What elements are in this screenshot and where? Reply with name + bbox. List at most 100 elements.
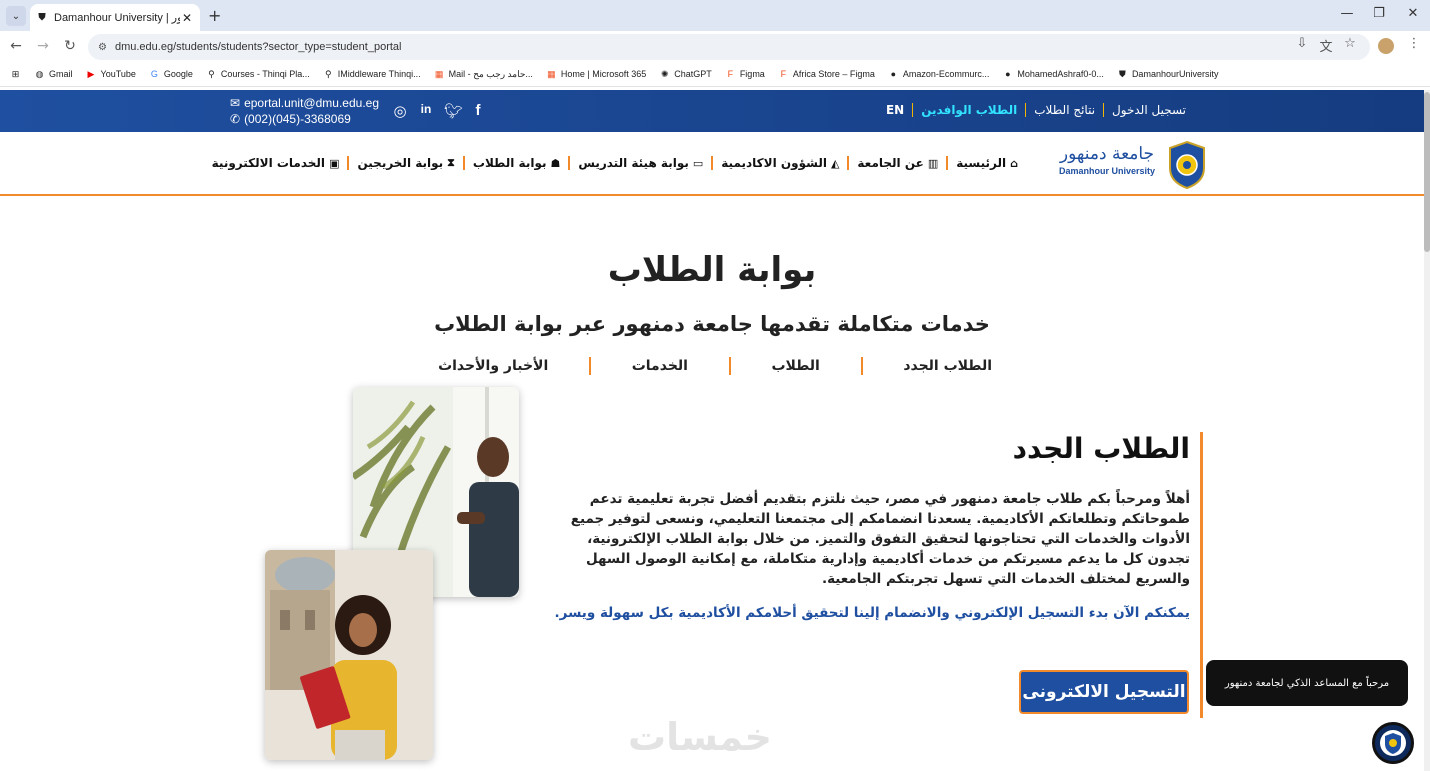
chatbot-launcher-button[interactable] [1372,722,1414,764]
tab-services[interactable]: الخدمات [614,358,706,374]
university-logo[interactable]: جامعة دمنهور Damanhour University [1055,140,1207,190]
bookmark-item[interactable]: ⚲ IMiddleware Thinqi... [323,69,421,80]
tab-news-events[interactable]: الأخبار والأحداث [420,358,566,374]
graduate-icon: ⧗ [447,156,455,169]
google-icon: G [150,69,158,79]
bookmark-item[interactable]: G Google [149,69,193,80]
address-bar[interactable]: ⚙ dmu.edu.eg/students/students?sector_ty… [88,34,1370,60]
divider [912,103,914,117]
contact-email[interactable]: eportal.unit@dmu.edu.eg [244,95,379,111]
main-menu: ⌂ الرئيسية ▥ عن الجامعة ◭ الشؤون الاكاديمية… [204,156,1026,170]
instagram-icon[interactable]: ◎ [392,102,408,120]
main-navigation: جامعة دمنهور Damanhour University ⌂ الرئي… [0,132,1424,196]
menu-item-alumni-portal[interactable]: ⧗ بوابة الخريجين [349,156,462,170]
browser-chrome: ⌄ ⛊ Damanhour University | جامعة دمنهور … [0,0,1430,62]
github-icon: ● [890,69,897,79]
logo-english: Damanhour University [1058,166,1156,176]
youtube-icon: ▶ [87,68,95,79]
menu-item-e-services[interactable]: ▣ الخدمات الالكترونية [204,156,348,170]
accent-bar [1200,432,1203,718]
bookmark-item[interactable]: ◍ Gmail [34,69,73,80]
phone-icon: ✆ [230,112,241,126]
bookmark-star-icon[interactable]: ☆ [1340,36,1360,51]
menu-item-academic[interactable]: ◭ الشؤون الاكاديمية [713,156,847,170]
twitter-icon[interactable]: 🐦︎ [444,102,463,120]
bookmark-item[interactable]: ● MohamedAshraf0-0... [1002,69,1104,80]
microsoft-icon: ▦ [434,68,444,79]
divider [568,156,571,170]
linkedin-icon[interactable]: in [418,102,434,120]
github-icon: ● [1005,69,1011,79]
figma-icon: F [727,69,734,79]
divider [728,357,731,375]
teacher-board-icon: ▭ [692,156,704,170]
bookmark-item[interactable]: ⛊ DamanhourUniversity [1117,68,1218,80]
profile-avatar[interactable] [1378,38,1394,54]
chat-greeting-bubble[interactable]: مرحباً مع المساعد الذكي لجامعة دمنهور [1206,660,1408,706]
bookmark-item[interactable]: ▦ Mail - حامد رجب مح... [434,69,533,80]
page-scrollbar[interactable] [1424,90,1430,771]
bookmark-item[interactable]: ✺ ChatGPT [659,69,712,80]
menu-item-student-portal[interactable]: ☗ بوابة الطلاب [465,156,568,170]
reload-icon[interactable]: ↻ [60,38,80,54]
bookmark-item[interactable]: F Africa Store – Figma [778,69,875,80]
navigation-bar: ← → ↻ ⚙ dmu.edu.eg/students/students?sec… [0,31,1430,62]
url-text: dmu.edu.eg/students/students?sector_type… [114,41,402,53]
site-info-icon[interactable]: ⚙ [98,42,107,53]
minimize-icon[interactable]: — [1332,6,1362,21]
forward-icon[interactable]: → [33,38,53,54]
divider [1103,103,1105,117]
bookmark-item[interactable]: ▦ Home | Microsoft 365 [546,69,646,80]
kebab-menu-icon[interactable]: ⋮ [1404,36,1424,51]
thinqi-icon: ⚲ [325,68,332,79]
social-links: ◎ in 🐦︎ f [392,102,486,120]
back-icon[interactable]: ← [6,38,26,54]
restore-icon[interactable]: ❐ [1364,6,1394,21]
scrollbar-thumb[interactable] [1424,92,1430,252]
tab-students[interactable]: الطلاب [753,358,837,374]
menu-item-faculty-portal[interactable]: ▭ بوابة هيئة التدريس [570,156,711,170]
top-contact-bar: ✉ eportal.unit@dmu.edu.eg ✆ (002)(045)-336… [0,90,1424,132]
home-icon: ⌂ [1010,156,1018,170]
bookmark-item[interactable]: F Figma [725,69,765,80]
divider [462,156,465,170]
page-subtitle: خدمات متكاملة تقدمها جامعة دمنهور عبر بو… [434,312,990,336]
student-photo-girl [265,550,433,760]
install-app-icon[interactable]: ⇩ [1292,36,1312,51]
apps-grid-icon[interactable]: ⊞ [10,69,21,80]
menu-item-about[interactable]: ▥ عن الجامعة [849,156,946,170]
tab-search-chevron-icon[interactable]: ⌄ [6,6,26,26]
section-tabs: الطلاب الجدد الطلاب الخدمات الأخبار والأ… [420,357,1010,375]
contact-phone[interactable]: (002)(045)-3368069 [244,111,351,127]
bookmark-item[interactable]: ⚲ Courses - Thinqi Pla... [206,69,310,80]
login-link[interactable]: تسجيل الدخول [1104,103,1194,117]
gmail-icon: ◍ [35,68,44,79]
facebook-icon[interactable]: f [470,102,486,120]
language-link[interactable]: EN [878,103,912,117]
bookmark-item[interactable]: ● Amazon-Ecommurc... [888,69,990,80]
menu-item-home[interactable]: ⌂ الرئيسية [948,156,1026,170]
browser-tab-active[interactable]: ⛊ Damanhour University | جامعة دمنهور ✕ [30,4,200,31]
chatgpt-icon: ✺ [661,68,669,79]
watermark-logo: خمسات [628,715,772,759]
new-tab-icon[interactable]: + [208,6,221,25]
divider [847,156,850,170]
tab-title: Damanhour University | جامعة دمنهور [54,12,180,24]
close-window-icon[interactable]: ✕ [1398,6,1428,21]
divider [347,156,350,170]
online-registration-button[interactable]: التسجيل الالكترونى [1019,670,1189,714]
translate-icon[interactable]: 文 [1316,36,1336,55]
thinqi-icon: ⚲ [208,68,215,79]
section-heading: الطلاب الجدد [1012,432,1190,465]
new-students-section: الطلاب الجدد أهلاً ومرحباً بكم طلاب جامع… [550,428,1190,635]
divider [860,357,863,375]
close-tab-icon[interactable]: ✕ [180,11,194,25]
results-link[interactable]: نتائج الطلاب [1026,103,1103,117]
tab-new-students[interactable]: الطلاب الجدد [885,358,1010,374]
university-favicon-icon: ⛊ [1119,68,1126,79]
international-students-link[interactable]: الطلاب الوافدين [913,103,1025,117]
bookmark-item[interactable]: ▶ YouTube [86,69,136,80]
divider [589,357,591,375]
logo-text: جامعة دمنهور Damanhour University [1055,142,1159,176]
cta-text: يمكنكم الآن بدء التسجيل الإلكتروني والان… [554,605,1190,621]
